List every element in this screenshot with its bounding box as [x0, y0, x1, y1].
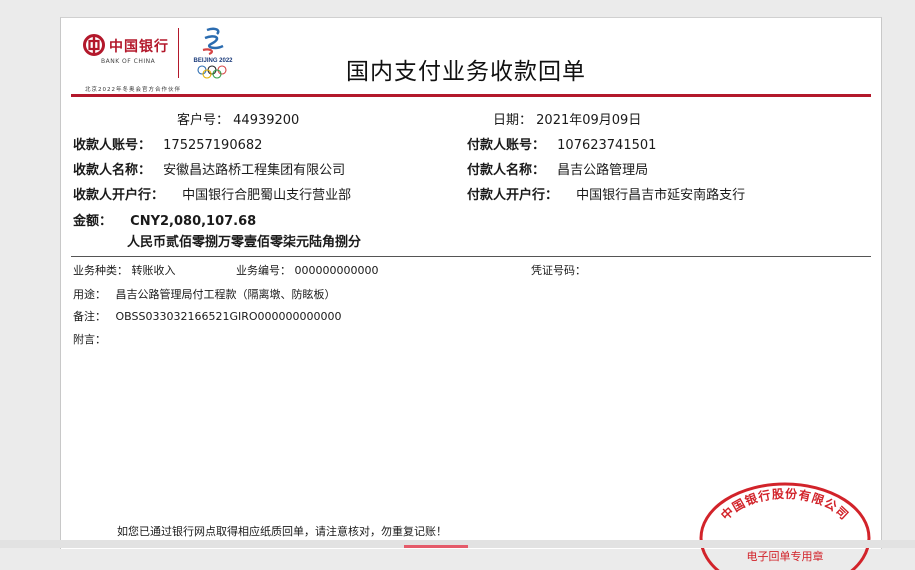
date-row: 日期： 2021年09月09日 — [493, 109, 641, 128]
purpose-label: 用途： — [73, 288, 106, 301]
note-label: 附言： — [73, 333, 106, 346]
customer-number-value: 44939200 — [233, 113, 300, 128]
payee-bank-row: 收款人开户行： 中国银行合肥蜀山支行营业部 — [73, 184, 351, 203]
beijing-2022-emblem-icon: BEIJING 2022 — [193, 27, 233, 79]
remark-row: 备注： OBSS033032166521GIRO000000000000 — [73, 308, 342, 324]
payee-account-value: 175257190682 — [163, 138, 263, 153]
official-partner-text: 北京2022年冬奥会官方合作伙伴 — [85, 87, 181, 93]
logo-divider — [178, 28, 179, 78]
payee-bank-label: 收款人开户行： — [73, 188, 165, 203]
voucher-number-row: 凭证号码： — [531, 262, 586, 278]
payee-name-row: 收款人名称： 安徽昌达路桥工程集团有限公司 — [73, 159, 345, 178]
bank-logo-block: 中国银行 BANK OF CHINA BEIJING 2022 北京2022年冬… — [81, 22, 241, 94]
payer-account-value: 107623741501 — [557, 138, 657, 153]
payee-name-value: 安徽昌达路桥工程集团有限公司 — [163, 163, 346, 178]
official-seal-icon: 中国银行股份有限公司 电子回单专用章 — [699, 482, 871, 570]
remark-label: 备注： — [73, 310, 106, 323]
payer-name-label: 付款人名称： — [467, 163, 546, 178]
date-label: 日期： — [493, 113, 533, 128]
receipt-page: 中国银行 BANK OF CHINA BEIJING 2022 北京2022年冬… — [60, 17, 882, 570]
payer-bank-value: 中国银行昌吉市延安南路支行 — [576, 188, 746, 203]
amount-in-words: 人民币贰佰零捌万零壹佰零柒元陆角捌分 — [127, 235, 362, 250]
payee-name-label: 收款人名称： — [73, 163, 152, 178]
amount-label: 金额： — [73, 214, 113, 229]
remark-value: OBSS033032166521GIRO000000000000 — [115, 310, 342, 323]
payee-account-label: 收款人账号： — [73, 138, 152, 153]
customer-number-label: 客户号： — [177, 113, 230, 128]
business-type-label: 业务种类： — [73, 264, 128, 277]
bank-of-china-logo-icon — [83, 34, 105, 56]
seal-text-bottom: 电子回单专用章 — [747, 549, 824, 563]
amount-value: CNY2,080,107.68 — [130, 214, 257, 229]
date-value: 2021年09月09日 — [536, 113, 642, 128]
bank-name-cn: 中国银行 — [109, 39, 169, 55]
payer-bank-row: 付款人开户行： 中国银行昌吉市延安南路支行 — [467, 184, 745, 203]
payee-account-row: 收款人账号： 175257190682 — [73, 134, 262, 153]
purpose-row: 用途： 昌吉公路管理局付工程款（隔离墩、防眩板） — [73, 286, 336, 302]
payer-account-row: 付款人账号： 107623741501 — [467, 134, 656, 153]
document-title: 国内支付业务收款回单 — [346, 59, 586, 85]
header-rule — [71, 94, 871, 97]
business-type-row: 业务种类： 转账收入 — [73, 262, 176, 278]
payer-name-row: 付款人名称： 昌吉公路管理局 — [467, 159, 648, 178]
amount-row: 金额： CNY2,080,107.68 — [73, 210, 256, 229]
bank-name-en: BANK OF CHINA — [101, 58, 156, 65]
note-row: 附言： — [73, 331, 106, 347]
payer-bank-label: 付款人开户行： — [467, 188, 559, 203]
games-label: BEIJING 2022 — [193, 58, 233, 64]
business-type-value: 转账收入 — [131, 264, 176, 277]
business-number-label: 业务编号： — [236, 264, 291, 277]
voucher-number-label: 凭证号码： — [531, 264, 586, 277]
footer-notice: 如您已通过银行网点取得相应纸质回单，请注意核对，勿重复记账！ — [117, 525, 447, 538]
business-number-value: 000000000000 — [294, 264, 379, 277]
customer-number-row: 客户号： 44939200 — [177, 109, 299, 128]
business-number-row: 业务编号： 000000000000 — [236, 262, 378, 278]
payer-name-value: 昌吉公路管理局 — [557, 163, 649, 178]
purpose-value: 昌吉公路管理局付工程款（隔离墩、防眩板） — [115, 288, 336, 301]
payee-bank-value: 中国银行合肥蜀山支行营业部 — [182, 188, 352, 203]
payer-account-label: 付款人账号： — [467, 138, 546, 153]
section-divider — [71, 256, 871, 257]
